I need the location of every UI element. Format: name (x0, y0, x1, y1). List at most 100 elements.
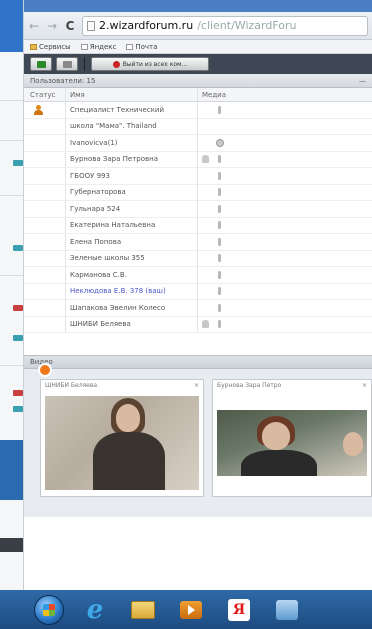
taskbar-explorer[interactable] (126, 596, 160, 624)
reload-icon[interactable]: C (64, 19, 76, 33)
tab-strip (24, 0, 372, 12)
person-icon (34, 104, 43, 115)
camera-icon (36, 60, 46, 68)
table-row[interactable]: Зеленые школы 355 (24, 250, 372, 267)
column-media[interactable]: Медиа (198, 88, 372, 101)
user-status (24, 201, 66, 217)
user-name: Карманова С.В. (66, 267, 198, 283)
microphone-icon[interactable] (218, 287, 221, 296)
table-row[interactable]: ШНИБИ Беляева (24, 316, 372, 333)
page-icon (87, 20, 95, 31)
user-name: Ivanovicva(1) (66, 135, 198, 151)
microphone-icon[interactable] (218, 320, 221, 329)
user-status (24, 184, 66, 200)
video-tile[interactable]: ШНИБИ Беляева × (40, 379, 204, 497)
apps-icon (30, 43, 37, 50)
bookmark-yandex[interactable]: Яндекс (80, 43, 116, 51)
user-status (24, 267, 66, 283)
table-row[interactable]: Специалист Технический (24, 102, 372, 119)
table-row[interactable]: Неклюдова Е.В. 378 (ваш) (24, 283, 372, 300)
video-panel-header: Видео (24, 355, 372, 369)
user-name: Шапакова Эвелин Колесо (66, 300, 198, 316)
taskbar-app[interactable] (270, 596, 304, 624)
user-status (24, 118, 66, 134)
start-button[interactable] (34, 594, 64, 625)
exit-all-button[interactable]: Выйти из всех ком... (91, 57, 209, 71)
bookmark-services[interactable]: Сервисы (30, 43, 71, 51)
user-status (24, 102, 66, 118)
webcam-icon[interactable] (216, 138, 224, 147)
user-name: ГБООУ 993 (66, 168, 198, 184)
user-name: Елена Попова (66, 234, 198, 250)
table-row[interactable]: Гульнара 524 (24, 201, 372, 218)
microphone-icon[interactable] (218, 303, 221, 312)
column-status[interactable]: Статус (24, 88, 66, 101)
video-tile-label: ШНИБИ Беляева (45, 382, 98, 389)
user-status (24, 217, 66, 233)
forward-arrow-icon[interactable]: → (46, 19, 58, 33)
app-toolbar: Выйти из всех ком... (24, 54, 372, 74)
camera-button[interactable] (30, 57, 52, 71)
table-row[interactable]: Елена Попова (24, 234, 372, 251)
user-name: Зеленые школы 355 (66, 250, 198, 266)
table-row[interactable]: школа "Мама". Thailand (24, 118, 372, 135)
video-tile-label: Бурнова Зара Петро (217, 382, 282, 389)
address-row: ← → C 2.wizardforum.ru/client/WizardForu (24, 12, 372, 40)
microphone-icon[interactable] (218, 188, 221, 197)
user-name: ШНИБИ Беляева (66, 316, 198, 332)
microphone-icon[interactable] (218, 270, 221, 279)
video-panel: ШНИБИ Беляева × Бурнова Зара Петро × (24, 363, 372, 517)
column-name[interactable]: Имя (66, 88, 198, 101)
user-media (198, 152, 372, 168)
microphone-icon[interactable] (218, 237, 221, 246)
microphone-icon[interactable] (218, 171, 221, 180)
taskbar-media-player[interactable] (174, 596, 208, 624)
taskbar-yandex[interactable]: Я (222, 596, 256, 624)
user-media (198, 300, 372, 316)
user-status (24, 151, 66, 167)
user-icon (202, 155, 209, 164)
taskbar-internet-explorer[interactable]: e (78, 594, 112, 625)
bookmarks-bar: Сервисы Яндекс Почта (24, 40, 372, 54)
table-row[interactable]: Бурнова Зара Петровна (24, 151, 372, 168)
microphone-icon[interactable] (218, 105, 221, 114)
exit-icon (112, 60, 120, 68)
internet-explorer-icon: e (86, 594, 104, 625)
user-status (24, 250, 66, 266)
table-row[interactable]: Шапакова Эвелин Колесо (24, 300, 372, 317)
background-window-strip (0, 0, 24, 590)
table-row[interactable]: Екатерина Натальевна (24, 217, 372, 234)
user-media (198, 201, 372, 217)
close-icon[interactable]: × (194, 382, 199, 390)
windows-taskbar: e Я (0, 590, 372, 629)
table-row[interactable]: ГБООУ 993 (24, 168, 372, 185)
user-status (24, 168, 66, 184)
settings-button[interactable] (56, 57, 78, 71)
user-status (24, 135, 66, 151)
microphone-icon[interactable] (218, 204, 221, 213)
url-host: 2.wizardforum.ru (99, 19, 194, 32)
address-bar[interactable]: 2.wizardforum.ru/client/WizardForu (82, 15, 368, 36)
video-stream (45, 396, 199, 490)
microphone-icon[interactable] (218, 254, 221, 263)
users-panel-header: Пользователи: 15 — (24, 74, 372, 88)
table-row[interactable]: Губернаторова (24, 184, 372, 201)
close-icon[interactable]: × (362, 382, 367, 390)
user-name: Бурнова Зара Петровна (66, 151, 198, 167)
settings-icon (62, 60, 72, 68)
back-arrow-icon[interactable]: ← (28, 19, 40, 33)
status-badge (38, 363, 52, 377)
video-tile[interactable]: Бурнова Зара Петро × (212, 379, 372, 497)
user-status (24, 300, 66, 316)
browser-window: ← → C 2.wizardforum.ru/client/WizardForu… (24, 0, 372, 590)
user-media (198, 168, 372, 184)
microphone-icon[interactable] (218, 221, 221, 230)
table-row[interactable]: Ivanovicva(1) (24, 135, 372, 152)
collapse-icon[interactable]: — (359, 77, 366, 85)
user-status (24, 234, 66, 250)
user-media (198, 218, 372, 234)
user-media (198, 119, 372, 135)
bookmark-mail[interactable]: Почта (126, 43, 157, 51)
microphone-icon[interactable] (218, 155, 221, 164)
table-row[interactable]: Карманова С.В. (24, 267, 372, 284)
